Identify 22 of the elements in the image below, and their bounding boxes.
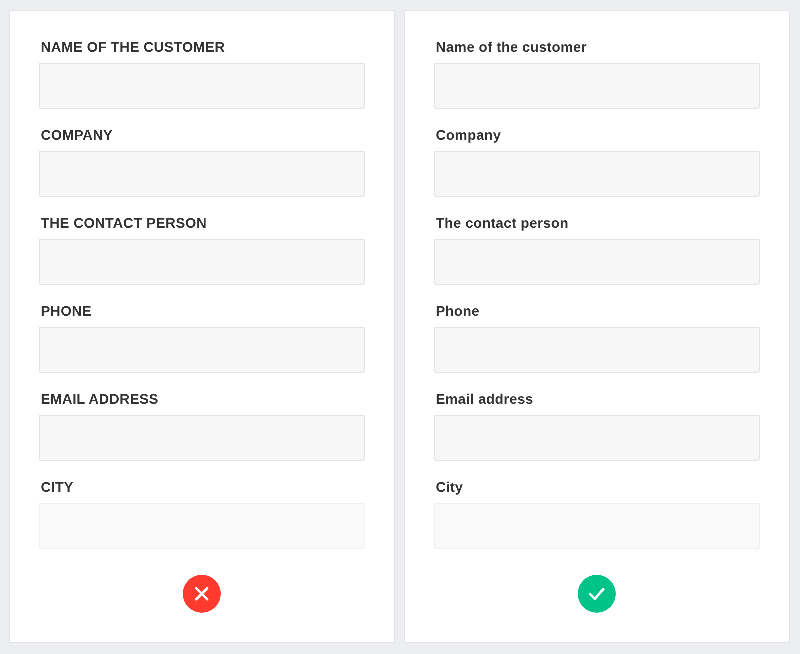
field-label: Phone [436, 302, 481, 320]
field-label: Email address [436, 390, 535, 408]
input-field[interactable] [434, 239, 760, 285]
field-label: EMAIL ADDRESS [41, 390, 160, 408]
input-field[interactable] [39, 239, 365, 285]
field-label: THE CONTACT PERSON [41, 214, 208, 232]
input-field[interactable] [434, 63, 760, 109]
field-label: NAME OF THE CUSTOMER [41, 38, 226, 56]
field-label: Company [436, 126, 502, 144]
input-field[interactable] [434, 151, 760, 197]
input-field[interactable] [39, 63, 365, 109]
field-label: COMPANY [41, 126, 114, 144]
field-label: PHONE [41, 302, 93, 320]
field-label: City [436, 478, 464, 496]
input-field[interactable] [434, 327, 760, 373]
input-field[interactable] [434, 415, 760, 461]
field-label: CITY [41, 478, 75, 496]
input-field[interactable] [39, 327, 365, 373]
field-label: The contact person [436, 214, 570, 232]
input-field[interactable] [39, 415, 365, 461]
field-label: Name of the customer [436, 38, 588, 56]
input-field[interactable] [39, 151, 365, 197]
